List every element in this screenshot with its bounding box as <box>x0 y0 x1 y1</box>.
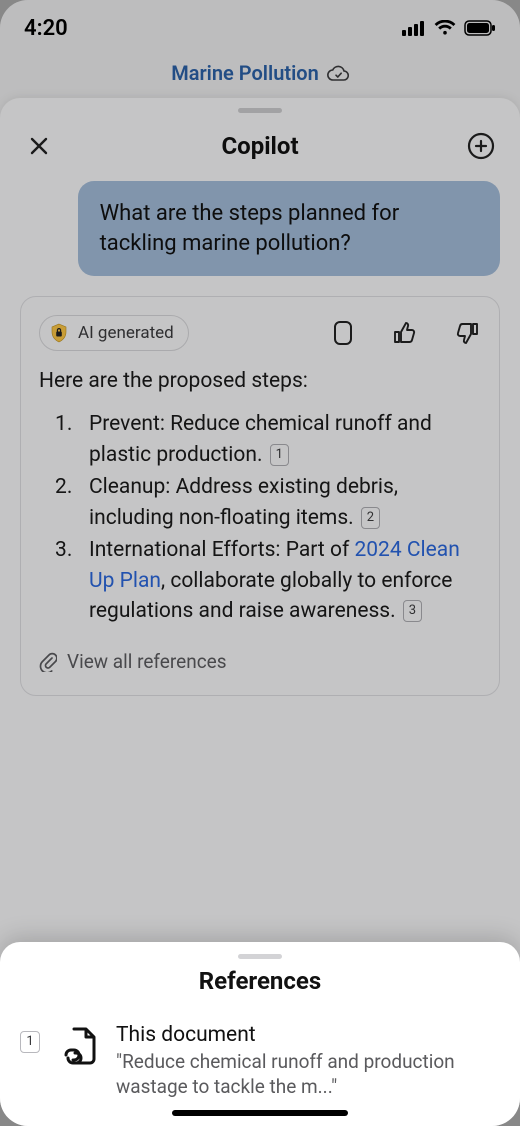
citation-badge[interactable]: 1 <box>270 444 289 466</box>
copilot-body: What are the steps planned for tackling … <box>0 181 520 716</box>
ai-steps-list: Prevent: Reduce chemical runoff and plas… <box>39 409 481 626</box>
step-text: Prevent: Reduce chemical runoff and plas… <box>89 412 432 466</box>
ai-generated-chip[interactable]: AI generated <box>39 315 189 351</box>
view-all-references[interactable]: View all references <box>39 650 481 673</box>
citation-badge[interactable]: 2 <box>361 507 380 529</box>
user-message-bubble: What are the steps planned for tackling … <box>78 181 500 276</box>
reference-number-badge: 1 <box>20 1031 40 1053</box>
status-time: 4:20 <box>24 16 68 41</box>
step-text: International Efforts: Part of <box>89 538 354 562</box>
reference-snippet: "Reduce chemical runoff and production w… <box>116 1049 496 1100</box>
document-link-icon <box>56 1025 100 1069</box>
copilot-title: Copilot <box>221 132 298 160</box>
status-bar: 4:20 <box>0 0 520 56</box>
ai-chip-label: AI generated <box>78 323 174 343</box>
add-chat-icon <box>466 131 496 161</box>
document-title: Marine Pollution <box>171 61 319 85</box>
close-button[interactable] <box>22 129 56 163</box>
copy-button[interactable] <box>329 319 357 347</box>
cloud-sync-icon <box>327 65 349 81</box>
reference-title: This document <box>116 1023 496 1047</box>
thumbs-down-button[interactable] <box>453 319 481 347</box>
attachment-icon <box>39 652 57 672</box>
list-item: Prevent: Reduce chemical runoff and plas… <box>45 409 481 470</box>
ai-action-icons <box>329 319 481 347</box>
copy-icon <box>332 319 354 347</box>
thumbs-down-icon <box>454 320 480 346</box>
drag-handle[interactable] <box>238 108 282 113</box>
ai-intro-text: Here are the proposed steps: <box>39 369 481 393</box>
list-item: Cleanup: Address existing debris, includ… <box>45 472 481 533</box>
copilot-header: Copilot <box>0 119 520 181</box>
view-refs-label: View all references <box>67 650 227 673</box>
thumbs-up-icon <box>392 320 418 346</box>
shield-lock-icon <box>48 322 70 344</box>
ai-card-top: AI generated <box>39 315 481 351</box>
ai-response-card: AI generated Here are the <box>20 296 500 696</box>
reference-row[interactable]: 1 This document "Reduce chemical runoff … <box>0 1023 520 1100</box>
step-text: Cleanup: Address existing debris, includ… <box>89 475 398 529</box>
reference-texts: This document "Reduce chemical runoff an… <box>116 1023 496 1100</box>
list-item: International Efforts: Part of 2024 Clea… <box>45 535 481 626</box>
references-title: References <box>0 967 520 995</box>
cellular-icon <box>402 20 426 36</box>
wifi-icon <box>434 20 456 36</box>
battery-icon <box>464 20 496 36</box>
document-title-bar: Marine Pollution <box>0 56 520 90</box>
thumbs-up-button[interactable] <box>391 319 419 347</box>
drag-handle[interactable] <box>238 954 282 959</box>
references-sheet: References 1 This document "Reduce chemi… <box>0 942 520 1126</box>
new-chat-button[interactable] <box>464 129 498 163</box>
citation-badge[interactable]: 3 <box>403 600 422 622</box>
close-icon <box>27 134 51 158</box>
home-indicator[interactable] <box>172 1110 348 1116</box>
status-icons <box>402 20 496 36</box>
